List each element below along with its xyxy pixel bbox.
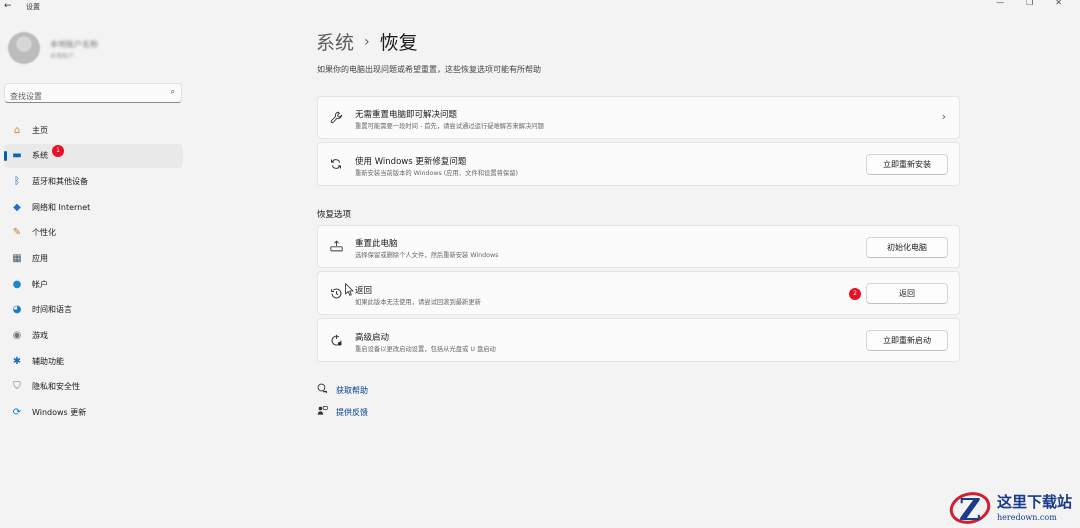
wifi-icon: ◆ — [13, 201, 21, 213]
mouse-cursor-icon — [345, 283, 354, 296]
feedback-icon — [316, 405, 328, 419]
sidebar-item-label: 网络和 Internet — [32, 202, 91, 212]
accessibility-icon: ✱ — [12, 355, 22, 367]
refresh-icon — [329, 158, 343, 172]
monitor-icon: ▬ — [12, 150, 22, 162]
sidebar-item-network[interactable]: ◆ 网络和 Internet — [4, 195, 183, 219]
watermark-cn-text: 这里下载站 — [997, 493, 1073, 511]
chevron-right-icon: › — [364, 33, 370, 50]
card-description: 重新安装当前版本的 Windows (应用、文件和设置将保留) — [355, 170, 518, 177]
close-icon[interactable]: ✕ — [1055, 0, 1062, 7]
breadcrumb: 系统 › 恢复 — [316, 28, 418, 55]
card-description: 如果此版本无法使用，请尝试回滚到最新更新 — [355, 299, 481, 306]
reset-pc-button[interactable]: 初始化电脑 — [866, 237, 948, 258]
card-description: 重置可能需要一段时间 - 首先，请尝试通过运行疑难解答来解决问题 — [355, 123, 544, 130]
sidebar-nav: ⌂ 主页 ▬ 系统 1 ᛒ 蓝牙和其他设备 ◆ 网络和 Internet ✎ 个… — [4, 118, 183, 426]
search-box: ⌕ — [4, 83, 182, 106]
give-feedback-label[interactable]: 提供反馈 — [336, 407, 368, 418]
card-title: 无需重置电脑即可解决问题 — [355, 110, 458, 120]
advanced-startup-icon — [329, 334, 343, 348]
restart-now-button[interactable]: 立即重新启动 — [866, 330, 948, 351]
reset-pc-icon — [329, 240, 343, 254]
user-profile[interactable]: 本地账户名称 本地帐户 — [8, 32, 178, 66]
sidebar-item-label: 辅助功能 — [32, 356, 64, 366]
step-badge: 1 — [52, 144, 64, 157]
window-controls: — ❐ ✕ — [996, 0, 1062, 7]
troubleshoot-card[interactable]: 无需重置电脑即可解决问题 重置可能需要一段时间 - 首先，请尝试通过运行疑难解答… — [317, 96, 960, 139]
sidebar-item-label: 游戏 — [32, 331, 48, 340]
section-heading: 恢复选项 — [317, 210, 352, 220]
sidebar-item-label: Windows 更新 — [32, 408, 87, 418]
reinstall-now-button[interactable]: 立即重新安装 — [866, 154, 948, 175]
sidebar-item-gaming[interactable]: ◉ 游戏 — [4, 324, 183, 348]
breadcrumb-parent[interactable]: 系统 — [316, 28, 354, 55]
home-icon: ⌂ — [13, 124, 21, 136]
sidebar-item-accessibility[interactable]: ✱ 辅助功能 — [4, 349, 183, 373]
sidebar-item-system[interactable]: ▬ 系统 1 — [4, 143, 183, 168]
go-back-button[interactable]: 返回 — [866, 283, 948, 304]
sidebar-item-label: 主页 — [32, 125, 48, 135]
sidebar-item-label: 蓝牙和其他设备 — [32, 176, 88, 186]
sidebar-item-bluetooth[interactable]: ᛒ 蓝牙和其他设备 — [4, 169, 183, 193]
get-help-label[interactable]: 获取帮助 — [336, 385, 368, 396]
title-bar: ← 设置 — ❐ ✕ — [0, 0, 1080, 14]
give-feedback-link[interactable]: 提供反馈 — [316, 405, 368, 419]
search-icon[interactable]: ⌕ — [171, 87, 175, 97]
sidebar-item-home[interactable]: ⌂ 主页 — [4, 118, 183, 142]
sidebar-item-label: 个性化 — [32, 228, 56, 238]
avatar — [8, 32, 40, 64]
sidebar-item-label: 帐户 — [32, 279, 48, 289]
reset-pc-card: 重置此电脑 选择保留或删除个人文件，然后重新安装 Windows 初始化电脑 — [317, 225, 960, 268]
shield-icon: ⛉ — [13, 381, 21, 393]
card-description: 重启设备以更改启动设置，包括从光盘或 U 盘启动 — [355, 346, 496, 353]
watermark-en-text: heredown.com — [997, 513, 1057, 522]
sidebar-item-label: 系统 — [32, 151, 48, 161]
sidebar-item-label: 隐私和安全性 — [32, 382, 80, 392]
get-help-link[interactable]: 获取帮助 — [316, 383, 368, 397]
sidebar-item-personalization[interactable]: ✎ 个性化 — [4, 221, 183, 245]
sidebar-item-label: 应用 — [32, 253, 48, 263]
windows-update-icon: ⟳ — [12, 407, 22, 419]
card-title: 重置此电脑 — [355, 239, 398, 249]
advanced-startup-card: 高级启动 重启设备以更改启动设置，包括从光盘或 U 盘启动 立即重新启动 — [317, 318, 960, 362]
card-title: 高级启动 — [355, 333, 390, 343]
maximize-icon[interactable]: ❐ — [1026, 0, 1033, 7]
profile-name: 本地账户名称 — [50, 40, 98, 49]
chevron-right-icon: › — [941, 110, 946, 123]
minimize-icon[interactable]: — — [996, 0, 1004, 7]
brush-icon: ✎ — [12, 227, 22, 239]
gamepad-icon: ◉ — [12, 330, 22, 341]
step-badge: 2 — [849, 288, 861, 300]
card-title: 使用 Windows 更新修复问题 — [355, 157, 467, 167]
heredown-logo-icon: Z — [949, 492, 991, 526]
clock-globe-icon: ◕ — [12, 304, 22, 316]
card-title: 返回 — [355, 286, 373, 296]
go-back-card: 返回 如果此版本无法使用，请尝试回滚到最新更新 2 返回 — [317, 271, 960, 315]
page-title: 恢复 — [379, 32, 418, 54]
back-arrow-icon[interactable]: ← — [4, 0, 16, 12]
card-description: 选择保留或删除个人文件，然后重新安装 Windows — [355, 252, 499, 259]
help-chat-icon — [316, 383, 328, 397]
bluetooth-icon: ᛒ — [14, 175, 20, 187]
sidebar-item-windows-update[interactable]: ⟳ Windows 更新 — [4, 401, 183, 425]
svg-text:Z: Z — [959, 493, 981, 526]
app-title: 设置 — [26, 3, 40, 11]
site-watermark: Z 这里下载站 heredown.com — [945, 488, 1080, 528]
sidebar-item-apps[interactable]: ▦ 应用 — [4, 246, 183, 270]
profile-subtitle: 本地帐户 — [50, 53, 75, 60]
windows-update-fix-card: 使用 Windows 更新修复问题 重新安装当前版本的 Windows (应用、… — [317, 142, 960, 186]
search-input[interactable] — [5, 87, 155, 106]
history-icon — [329, 287, 343, 301]
apps-icon: ▦ — [12, 252, 22, 264]
wrench-icon — [329, 111, 343, 125]
sidebar-item-accounts[interactable]: ● 帐户 — [4, 272, 183, 296]
sidebar-item-privacy[interactable]: ⛉ 隐私和安全性 — [4, 375, 183, 399]
account-icon: ● — [12, 278, 22, 290]
sidebar-item-time-language[interactable]: ◕ 时间和语言 — [4, 298, 183, 322]
page-subtitle: 如果你的电脑出现问题或希望重置，这些恢复选项可能有所帮助 — [317, 65, 541, 74]
sidebar-item-label: 时间和语言 — [32, 305, 72, 315]
